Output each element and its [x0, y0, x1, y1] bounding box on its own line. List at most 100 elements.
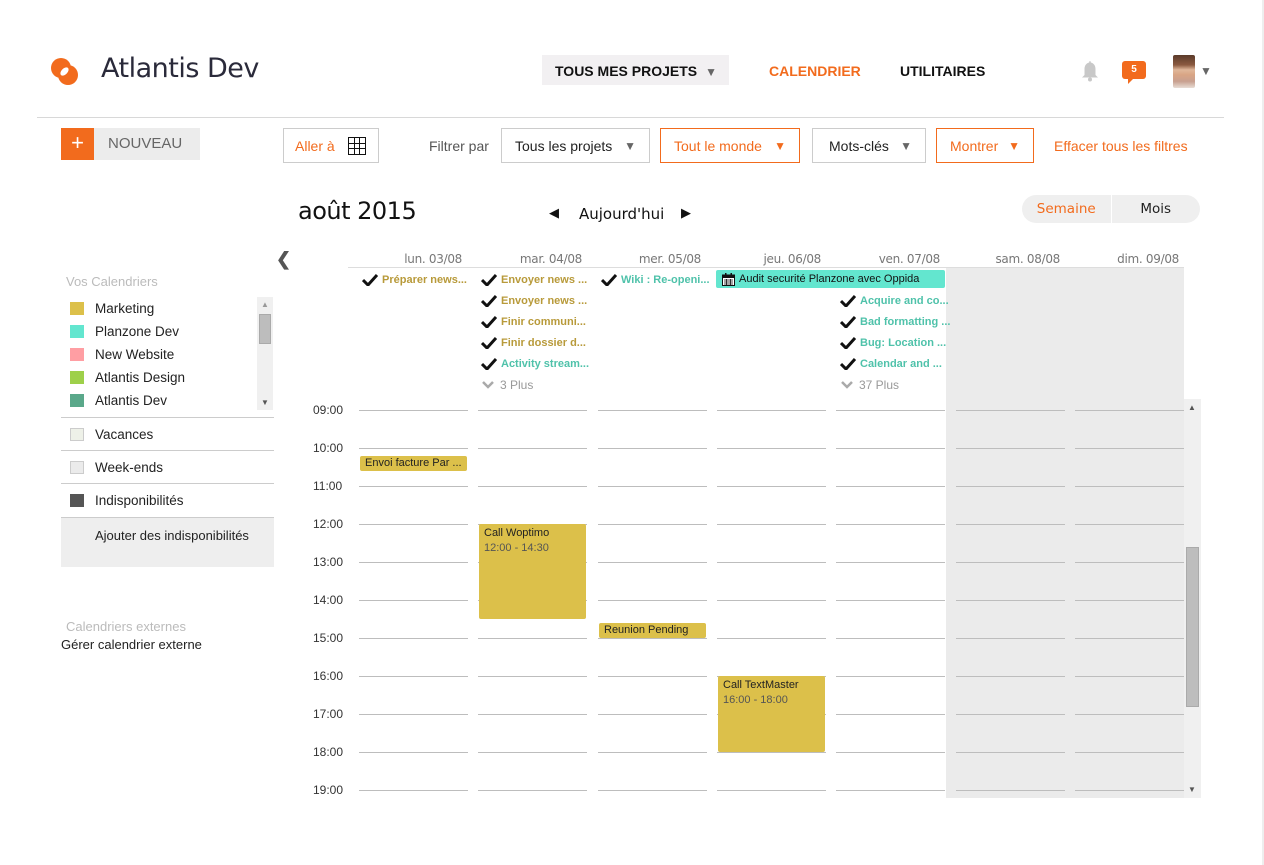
allday-task[interactable]: Envoyer news ... [481, 269, 589, 290]
calendar-item-atlantis-design[interactable]: Atlantis Design [61, 366, 274, 389]
calendar-item-label: New Website [95, 347, 175, 362]
app-logo [51, 58, 78, 85]
hour-gridline [1075, 638, 1184, 639]
calendar-event[interactable]: Reunion Pending [599, 622, 706, 638]
scroll-up-arrow-icon[interactable]: ▲ [1188, 403, 1196, 412]
scrollbar-thumb[interactable] [1186, 547, 1199, 707]
calendar-item-unavailabilities[interactable]: Indisponibilités [61, 483, 274, 516]
allday-task[interactable]: Finir dossier d... [481, 332, 589, 353]
hour-gridline [478, 676, 587, 677]
allday-task[interactable]: Envoyer news ... [481, 290, 589, 311]
hour-gridline [598, 448, 707, 449]
today-button[interactable]: Aujourd'hui [579, 205, 664, 223]
header-divider [37, 117, 1224, 118]
hour-label: 13:00 [313, 555, 344, 569]
task-label: Finir communi... [501, 315, 586, 328]
goto-date-button[interactable]: Aller à [283, 128, 379, 163]
allday-task[interactable]: Calendar and ... [840, 353, 950, 374]
calendar-event[interactable]: Call TextMaster 16:00 - 18:00 [718, 676, 825, 752]
collapse-sidebar-chevron-icon[interactable]: ❮ [276, 249, 291, 270]
hour-gridline [717, 752, 826, 753]
calendar-item-label: Indisponibilités [95, 492, 184, 508]
messages-badge[interactable]: 5 [1122, 61, 1146, 84]
view-month-button[interactable]: Mois [1112, 195, 1201, 223]
new-button[interactable]: + NOUVEAU [61, 128, 200, 160]
manage-external-calendar-link[interactable]: Gérer calendrier externe [61, 637, 202, 652]
day-header-tue: mar. 04/08 [519, 252, 582, 266]
calendar-list: Marketing Planzone Dev New Website Atlan… [61, 297, 274, 410]
hour-label: 11:00 [313, 479, 343, 493]
color-swatch [70, 325, 84, 338]
scroll-down-arrow-icon[interactable]: ▼ [1188, 785, 1196, 794]
hour-gridline [359, 600, 468, 601]
user-menu-caret-icon[interactable]: ▼ [1200, 64, 1212, 78]
filter-keywords-label: Mots-clés [829, 138, 889, 154]
hour-gridline [956, 562, 1065, 563]
calendar-event[interactable]: Envoi facture Par ... [360, 455, 467, 471]
nav-calendar[interactable]: CALENDRIER [769, 63, 861, 79]
clear-filters-link[interactable]: Effacer tous les filtres [1054, 138, 1188, 154]
hour-gridline [598, 524, 707, 525]
allday-task[interactable]: Préparer news... [362, 269, 467, 290]
allday-event[interactable]: Audit securité Planzone avec Oppida [716, 270, 945, 288]
hour-gridline [836, 600, 945, 601]
hour-gridline [359, 448, 468, 449]
event-title: Reunion Pending [604, 623, 689, 636]
calendar-item-planzone-dev[interactable]: Planzone Dev [61, 320, 274, 343]
chevron-down-icon [841, 380, 853, 389]
add-unavailability-button[interactable]: Ajouter des indisponibilités [61, 517, 274, 567]
nav-utilities[interactable]: UTILITAIRES [900, 63, 985, 79]
calendar-event[interactable]: Call Woptimo 12:00 - 14:30 [479, 524, 586, 619]
allday-task[interactable]: Wiki : Re-openi... [601, 269, 710, 290]
view-week-button[interactable]: Semaine [1022, 195, 1112, 223]
hour-gridline [717, 638, 826, 639]
hour-label: 10:00 [313, 441, 344, 455]
hour-gridline [717, 486, 826, 487]
previous-week-arrow-icon[interactable]: ◀ [549, 205, 559, 221]
scroll-down-arrow-icon[interactable]: ▼ [261, 398, 269, 407]
calendar-item-label: Atlantis Dev [95, 393, 168, 408]
calendar-list-scrollbar[interactable]: ▲ ▼ [257, 297, 273, 410]
time-grid-scrollbar[interactable]: ▲ ▼ [1184, 399, 1201, 798]
task-label: Bug: Location ... [860, 336, 947, 349]
more-label: 37 Plus [859, 377, 900, 392]
scroll-up-arrow-icon[interactable]: ▲ [261, 300, 269, 309]
next-week-arrow-icon[interactable]: ▶ [681, 205, 691, 221]
allday-task[interactable]: Finir communi... [481, 311, 589, 332]
allday-task[interactable]: Activity stream... [481, 353, 589, 374]
nav-all-projects-dropdown[interactable]: TOUS MES PROJETS ▼ [542, 55, 729, 85]
hour-gridline [956, 638, 1065, 639]
hour-label: 14:00 [313, 593, 344, 607]
allday-task[interactable]: Bug: Location ... [840, 332, 950, 353]
filter-projects-dropdown[interactable]: Tous les projets ▼ [501, 128, 650, 163]
hour-gridline [1075, 790, 1184, 791]
filter-show-dropdown[interactable]: Montrer ▼ [936, 128, 1034, 163]
checkmark-icon [840, 336, 856, 349]
calendar-item-vacances[interactable]: Vacances [61, 417, 274, 450]
scrollbar-thumb[interactable] [259, 314, 271, 344]
user-avatar[interactable] [1173, 55, 1195, 88]
hour-gridline [956, 410, 1065, 411]
calendar-item-weekends[interactable]: Week-ends [61, 450, 274, 483]
task-label: Envoyer news ... [501, 273, 588, 286]
bell-icon[interactable] [1080, 60, 1100, 82]
hour-gridline [836, 714, 945, 715]
show-more-link[interactable]: 3 Plus [481, 374, 589, 395]
hour-label: 09:00 [313, 403, 344, 417]
calendar-item-label: Week-ends [95, 459, 164, 475]
hour-gridline [478, 410, 587, 411]
hour-gridline [836, 486, 945, 487]
hour-gridline [359, 486, 468, 487]
new-button-label: NOUVEAU [94, 128, 200, 160]
hour-gridline [478, 714, 587, 715]
allday-task[interactable]: Bad formatting ... [840, 311, 950, 332]
allday-task[interactable]: Acquire and co... [840, 290, 950, 311]
calendar-item-atlantis-dev[interactable]: Atlantis Dev [61, 389, 274, 410]
calendar-item-new-website[interactable]: New Website [61, 343, 274, 366]
hour-gridline [1075, 524, 1184, 525]
filter-people-dropdown[interactable]: Tout le monde ▼ [660, 128, 800, 163]
hour-gridline [478, 486, 587, 487]
calendar-item-marketing[interactable]: Marketing [61, 297, 274, 320]
show-more-link[interactable]: 37 Plus [840, 374, 950, 395]
filter-keywords-dropdown[interactable]: Mots-clés ▼ [812, 128, 926, 163]
